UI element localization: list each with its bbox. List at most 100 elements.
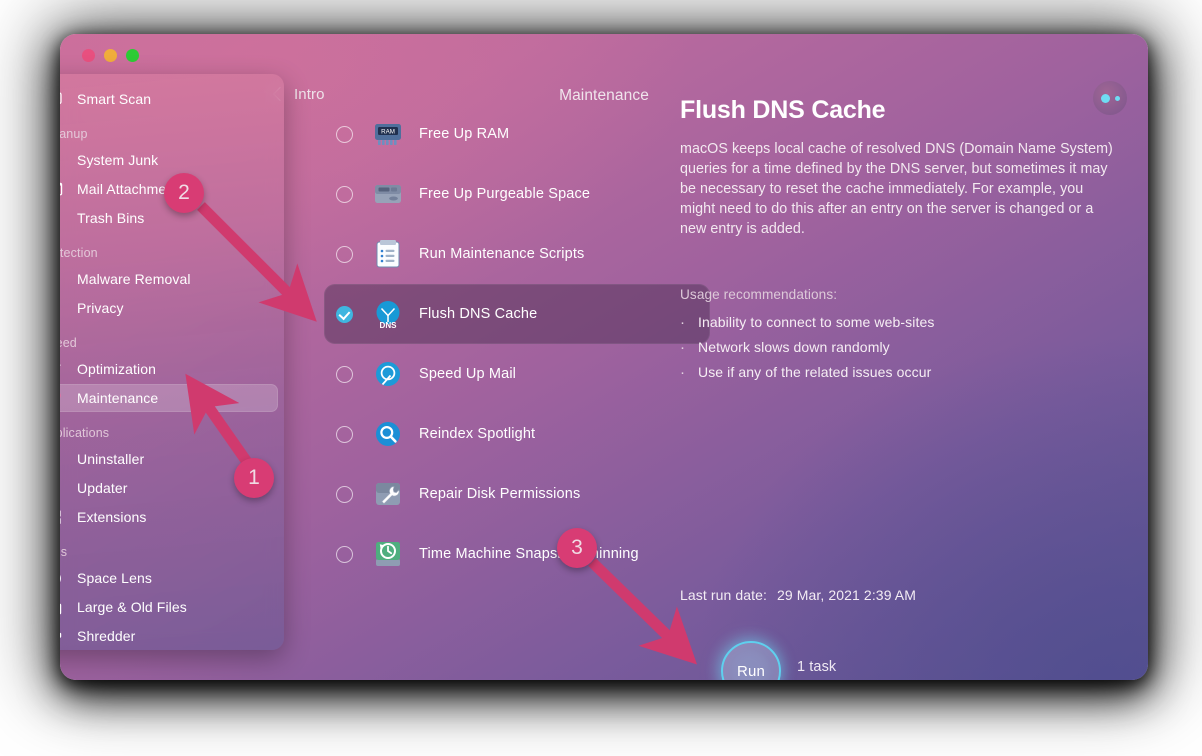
recommendation-item: · Inability to connect to some web-sites [680,314,1116,331]
sidebar-item-label: Extensions [77,509,147,525]
recommendation-text: Use if any of the related issues occur [698,364,932,380]
task-count-label: 1 task [797,659,837,675]
last-run-info: Last run date: 29 Mar, 2021 2:39 AM [680,587,916,603]
sidebar-item-privacy[interactable]: Privacy [60,294,278,322]
detail-pane: Flush DNS Cache macOS keeps local cache … [680,96,1116,389]
mail-attachments-icon [60,179,65,199]
disk-wrench-icon [370,476,406,512]
svg-text:DNS: DNS [380,321,398,330]
hard-drive-icon [370,176,406,212]
task-checkbox-flush-dns-cache[interactable] [336,305,353,323]
task-label: Flush DNS Cache [419,306,538,322]
recommendation-item: · Network slows down randomly [680,339,1116,356]
sidebar-item-label: Updater [77,480,128,496]
bullet-icon: · [680,314,686,331]
recommendation-text: Inability to connect to some web-sites [698,314,935,330]
task-label: Time Machine Snapshot Thinning [419,546,639,562]
sidebar-item-label: Malware Removal [77,271,191,287]
task-label: Reindex Spotlight [419,426,536,442]
app-window: Intro Maintenance Smart Scan anup System… [60,34,1148,680]
task-checkbox-run-maintenance-scripts[interactable] [336,245,353,263]
sidebar-item-label: Trash Bins [77,210,145,226]
dns-icon: DNS [370,296,406,332]
privacy-icon [60,298,65,318]
annotation-marker-1: 1 [234,458,274,498]
annotation-marker-3: 3 [557,528,597,568]
recommendation-item: · Use if any of the related issues occur [680,364,1116,381]
sidebar-item-label: Large & Old Files [77,599,187,615]
sidebar-item-system-junk[interactable]: System Junk [60,146,278,174]
sidebar-item-shredder[interactable]: Shredder [60,622,278,650]
recommendations-title: Usage recommendations: [680,287,838,302]
task-label: Repair Disk Permissions [419,486,581,502]
sidebar-item-maintenance[interactable]: Maintenance [60,384,278,412]
detail-title: Flush DNS Cache [680,96,886,124]
task-checkbox-free-up-ram[interactable] [336,125,353,143]
system-junk-icon [60,150,65,170]
task-checkbox-repair-disk-permissions[interactable] [336,485,353,503]
sidebar-item-optimization[interactable]: Optimization [60,355,278,383]
bullet-icon: · [680,364,686,381]
task-row-time-machine-snapshot-thinning[interactable]: Time Machine Snapshot Thinning [324,524,710,584]
time-machine-icon [370,536,406,572]
maintenance-icon [60,388,65,408]
sidebar-item-label: Smart Scan [77,91,152,107]
maintenance-task-list: RAM Free Up RAM Free Up Purgeable Space … [324,104,710,584]
sidebar-item-label: Uninstaller [77,451,145,467]
task-row-run-maintenance-scripts[interactable]: Run Maintenance Scripts [324,224,710,284]
sidebar-group-title-speed: Speed [60,336,77,350]
sidebar-item-extensions[interactable]: Extensions [60,503,278,531]
sidebar-item-label: Shredder [77,628,136,644]
sidebar-group-title-protection: Protection [60,246,98,260]
sidebar-item-space-lens[interactable]: Space Lens [60,564,278,592]
svg-text:RAM: RAM [381,129,395,136]
task-row-repair-disk-permissions[interactable]: Repair Disk Permissions [324,464,710,524]
shredder-icon [60,626,65,646]
last-run-label: Last run date: [680,587,768,603]
zoom-button[interactable] [126,49,139,62]
sidebar-item-label: Privacy [77,300,124,316]
sidebar-item-label: Space Lens [77,570,152,586]
task-row-reindex-spotlight[interactable]: Reindex Spotlight [324,404,710,464]
task-label: Speed Up Mail [419,366,517,382]
sidebar-item-large-old-files[interactable]: Large & Old Files [60,593,278,621]
task-row-flush-dns-cache[interactable]: DNS Flush DNS Cache [324,284,710,344]
close-button[interactable] [82,49,95,62]
trash-bins-icon [60,208,65,228]
task-label: Free Up Purgeable Space [419,186,591,202]
sidebar-top-items: Smart Scan [60,85,284,113]
mail-speed-icon [370,356,406,392]
spotlight-search-icon [370,416,406,452]
window-titlebar [60,34,1148,78]
annotation-marker-2: 2 [164,173,204,213]
sidebar-item-malware-removal[interactable]: Malware Removal [60,265,278,293]
optimization-icon [60,359,65,379]
updater-icon [60,478,65,498]
task-row-free-up-purgeable-space[interactable]: Free Up Purgeable Space [324,164,710,224]
task-row-free-up-ram[interactable]: RAM Free Up RAM [324,104,710,164]
sidebar-item-label: Optimization [77,361,157,377]
sidebar-item-label: System Junk [77,152,159,168]
minimize-button[interactable] [104,49,117,62]
last-run-value: 29 Mar, 2021 2:39 AM [777,587,916,603]
task-label: Free Up RAM [419,126,510,142]
task-checkbox-time-machine-snapshot-thinning[interactable] [336,545,353,563]
sidebar-group-title-applications: Applications [60,426,110,440]
sidebar-group-title-files: Files [60,545,68,559]
clipboard-icon [370,236,406,272]
task-checkbox-speed-up-mail[interactable] [336,365,353,383]
sidebar: Smart Scan Cleanup System Junk [60,74,284,650]
traffic-light-controls [82,49,139,62]
uninstaller-icon [60,449,65,469]
recommendations-list: · Inability to connect to some web-sites… [680,314,1116,381]
task-row-speed-up-mail[interactable]: Speed Up Mail [324,344,710,404]
run-area: Run 1 task [663,619,873,680]
task-checkbox-free-up-purgeable-space[interactable] [336,185,353,203]
sidebar-item-trash-bins[interactable]: Trash Bins [60,204,278,232]
smart-scan-icon [60,89,65,109]
ram-chip-icon: RAM [370,116,406,152]
sidebar-item-smart-scan[interactable]: Smart Scan [60,85,278,113]
detail-description: macOS keeps local cache of resolved DNS … [680,141,1113,237]
task-checkbox-reindex-spotlight[interactable] [336,425,353,443]
bullet-icon: · [680,339,686,356]
